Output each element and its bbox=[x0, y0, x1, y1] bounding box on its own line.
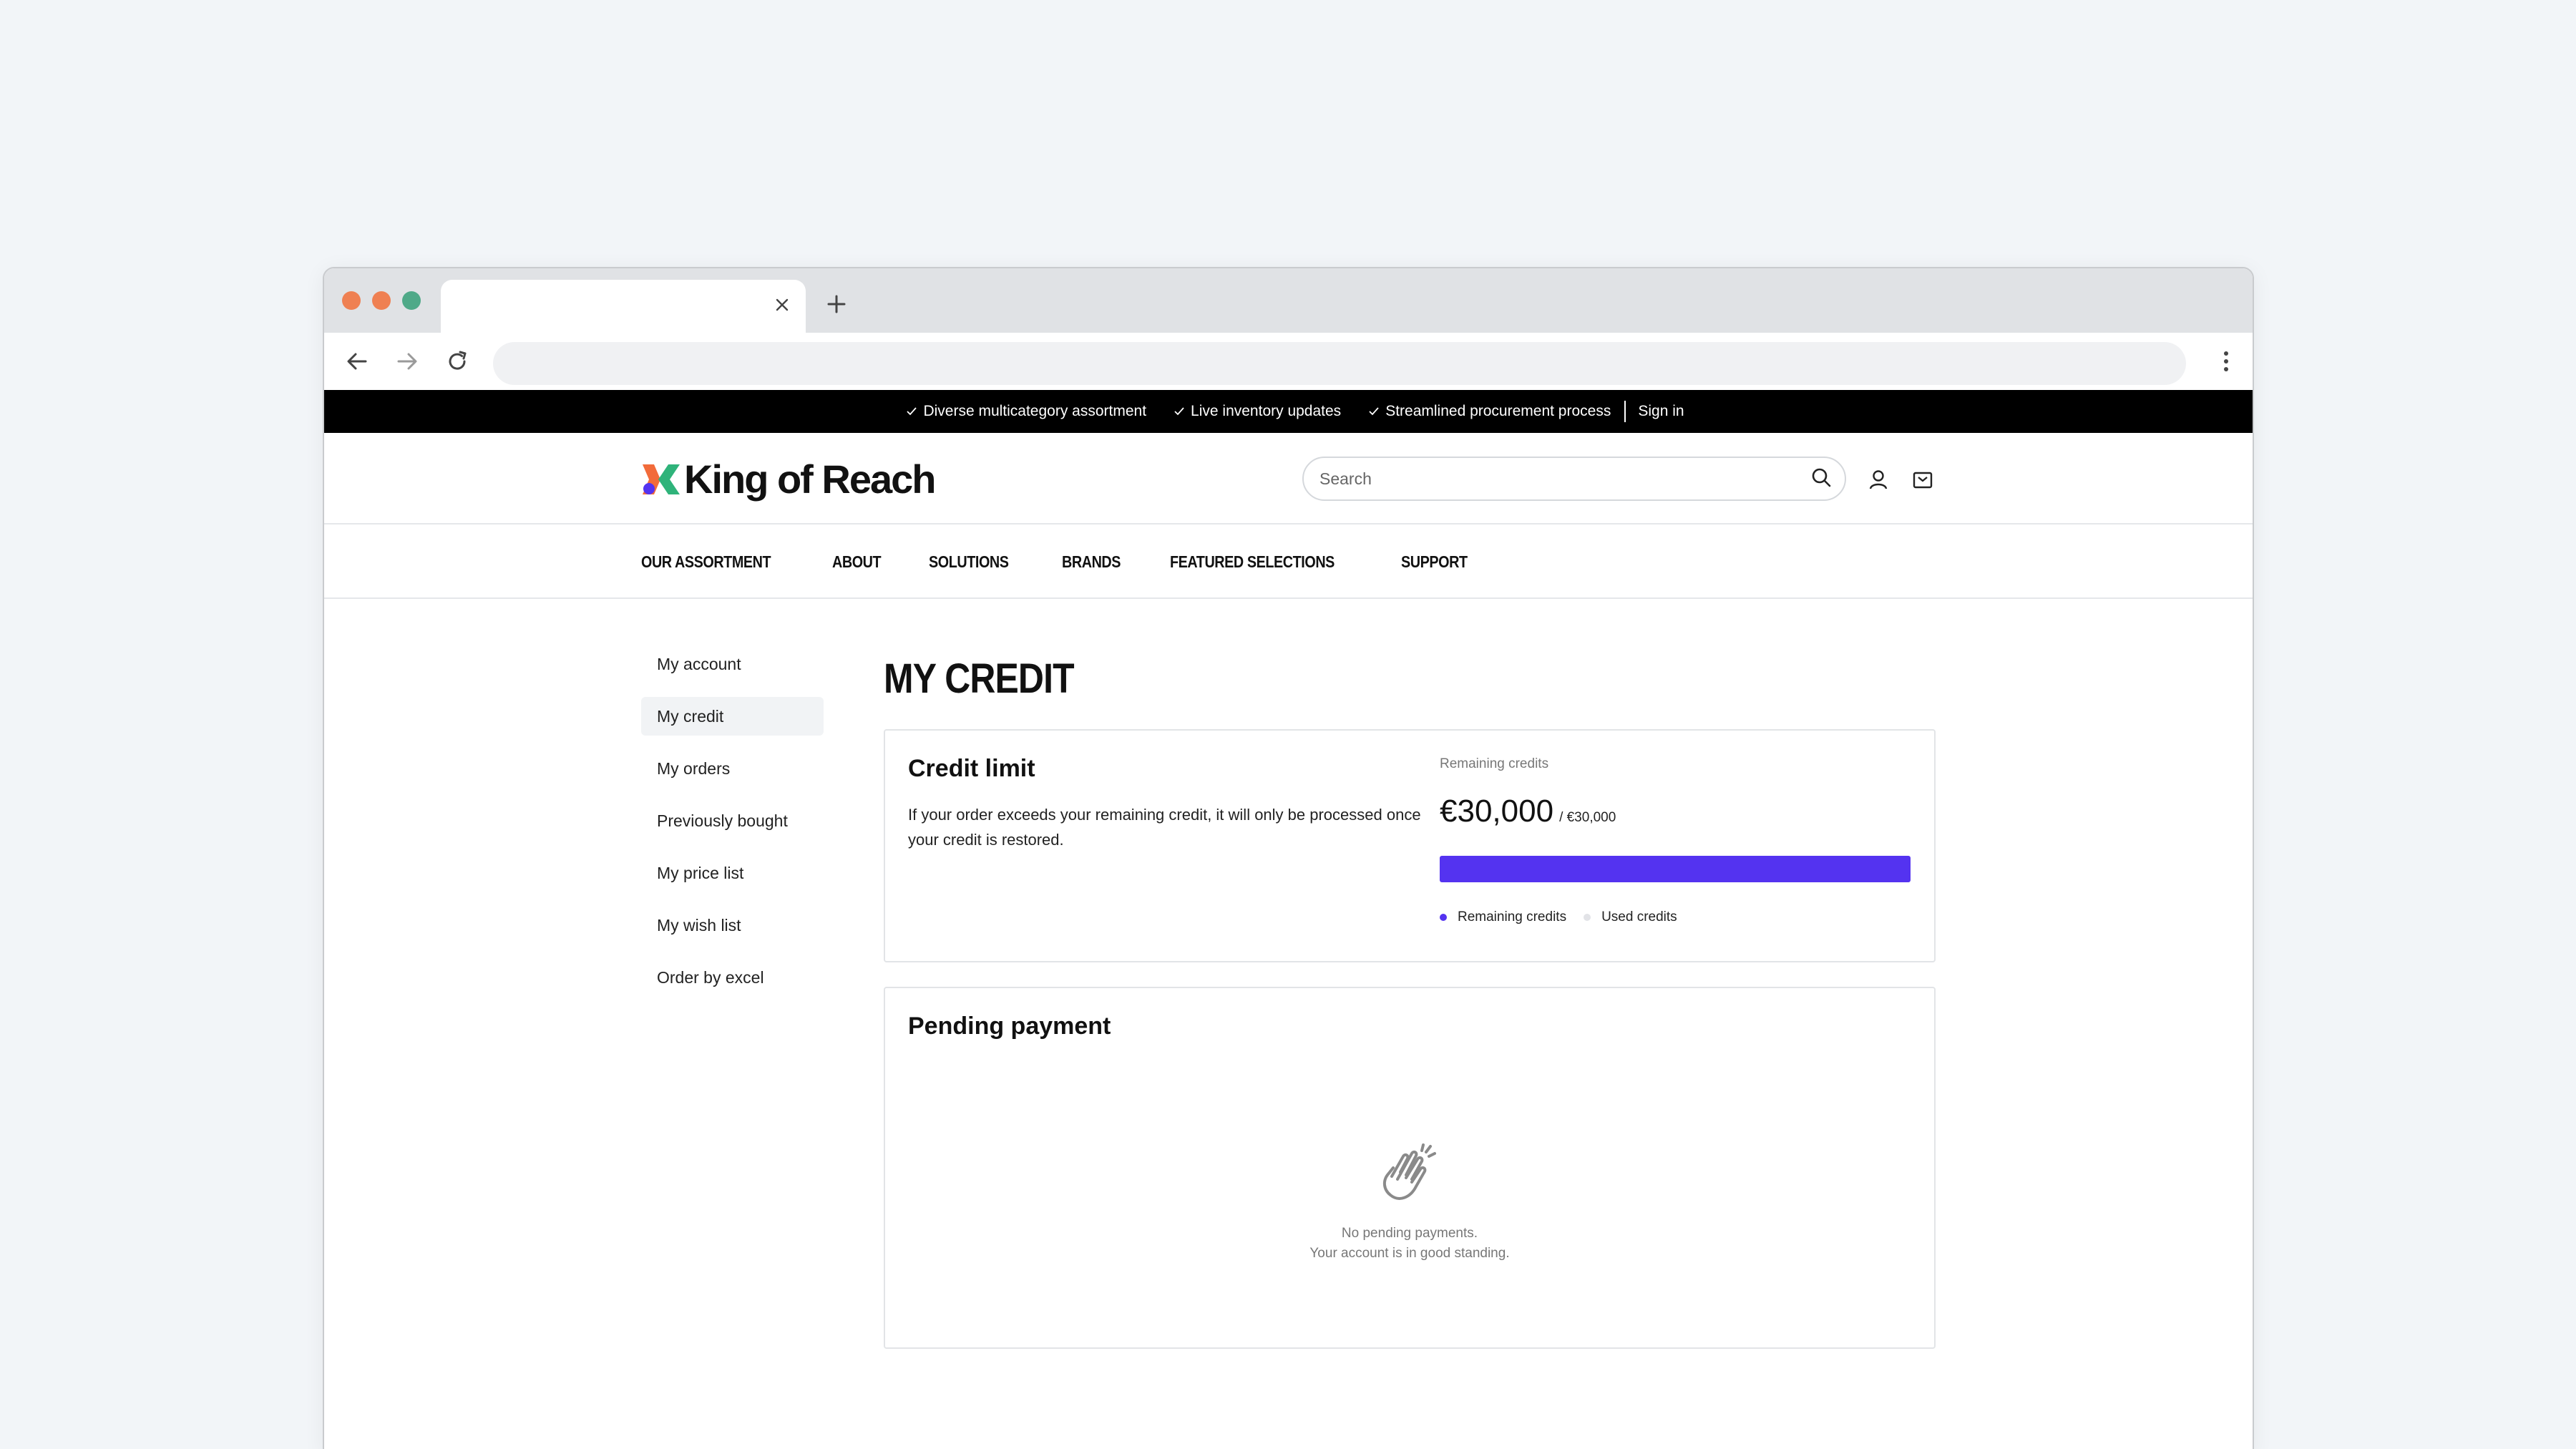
sidebar-item-my-price-list[interactable]: My price list bbox=[641, 854, 824, 892]
browser-toolbar bbox=[324, 333, 2253, 390]
nav-item-about[interactable]: ABOUT bbox=[832, 552, 882, 572]
promo-bar: Diverse multicategory assortment Live in… bbox=[324, 390, 2253, 433]
check-icon bbox=[1174, 407, 1184, 416]
browser-titlebar bbox=[324, 268, 2253, 333]
page-title: MY CREDIT bbox=[884, 655, 1075, 702]
check-icon bbox=[1369, 407, 1379, 416]
back-arrow-icon[interactable] bbox=[343, 347, 371, 376]
close-window-button[interactable] bbox=[342, 291, 361, 310]
legend-used-label: Used credits bbox=[1601, 909, 1677, 924]
user-icon[interactable] bbox=[1866, 467, 1890, 492]
credit-limit-description: If your order exceeds your remaining cre… bbox=[908, 806, 1421, 849]
maximize-window-button[interactable] bbox=[402, 291, 421, 310]
brand-name: King of Reach bbox=[684, 457, 936, 502]
search-input[interactable] bbox=[1319, 469, 1810, 489]
reload-icon[interactable] bbox=[443, 347, 472, 376]
browser-tab[interactable] bbox=[441, 280, 806, 333]
nav-item-featured-selections[interactable]: FEATURED SELECTIONS bbox=[1170, 552, 1335, 572]
address-bar[interactable] bbox=[493, 342, 2186, 385]
search-box[interactable] bbox=[1302, 457, 1846, 501]
close-tab-icon[interactable] bbox=[770, 293, 794, 317]
sidebar-item-my-credit[interactable]: My credit bbox=[641, 697, 824, 736]
promo-item: Live inventory updates bbox=[1174, 403, 1341, 420]
site-header: King of Reach bbox=[324, 433, 2253, 525]
nav-item-brands[interactable]: BRANDS bbox=[1062, 552, 1121, 572]
brand-mark-icon bbox=[643, 464, 680, 494]
used-dot-icon bbox=[1584, 914, 1591, 921]
nav-item-support[interactable]: SUPPORT bbox=[1401, 552, 1468, 572]
nav-item-our-assortment[interactable]: OUR ASSORTMENT bbox=[641, 552, 771, 572]
empty-state-text: No pending payments. Your account is in … bbox=[1309, 1224, 1509, 1264]
empty-line-2: Your account is in good standing. bbox=[1309, 1246, 1510, 1261]
credit-legend: Remaining credits Used credits bbox=[1440, 909, 1694, 925]
remaining-amount: €30,000 bbox=[1440, 794, 1554, 829]
promo-divider bbox=[1624, 401, 1626, 422]
nav-item-solutions[interactable]: SOLUTIONS bbox=[929, 552, 1009, 572]
promo-item: Diverse multicategory assortment bbox=[906, 403, 1146, 420]
promo-text: Diverse multicategory assortment bbox=[923, 403, 1147, 419]
brand-logo[interactable]: King of Reach bbox=[641, 456, 936, 502]
remaining-credits-label: Remaining credits bbox=[1440, 756, 1549, 771]
credit-limit-card: Credit limit If your order exceeds your … bbox=[884, 729, 1936, 962]
legend-remaining: Remaining credits bbox=[1440, 909, 1566, 925]
promo-text: Live inventory updates bbox=[1191, 403, 1342, 419]
legend-remaining-label: Remaining credits bbox=[1458, 909, 1567, 924]
remaining-credits-amount: €30,000 / €30,000 bbox=[1440, 794, 1616, 829]
clapping-hands-icon bbox=[1382, 1143, 1436, 1200]
promo-item: Streamlined procurement process bbox=[1368, 403, 1611, 420]
remaining-dot-icon bbox=[1440, 914, 1447, 921]
sign-in-link[interactable]: Sign in bbox=[1638, 403, 1684, 420]
empty-state: No pending payments. Your account is in … bbox=[885, 1135, 1934, 1264]
sidebar-item-order-by-excel[interactable]: Order by excel bbox=[641, 958, 824, 997]
sidebar-item-my-wish-list[interactable]: My wish list bbox=[641, 906, 824, 945]
browser-menu-icon[interactable] bbox=[2215, 347, 2237, 376]
main-navigation: OUR ASSORTMENT ABOUT SOLUTIONS BRANDS FE… bbox=[324, 526, 2253, 599]
forward-arrow-icon[interactable] bbox=[393, 347, 421, 376]
sidebar-item-previously-bought[interactable]: Previously bought bbox=[641, 801, 824, 840]
credit-progress-fill bbox=[1440, 856, 1911, 882]
new-tab-icon[interactable] bbox=[822, 290, 851, 318]
legend-used: Used credits bbox=[1584, 909, 1677, 925]
credit-limit-title: Credit limit bbox=[908, 755, 1035, 782]
cart-icon[interactable] bbox=[1911, 467, 1935, 492]
pending-payment-title: Pending payment bbox=[908, 1013, 1111, 1040]
check-icon bbox=[907, 407, 917, 416]
minimize-window-button[interactable] bbox=[372, 291, 391, 310]
empty-line-1: No pending payments. bbox=[1341, 1226, 1478, 1241]
credit-progress-bar bbox=[1440, 856, 1911, 882]
account-sidebar: My account My credit My orders Previousl… bbox=[641, 645, 824, 1010]
sidebar-item-my-account[interactable]: My account bbox=[641, 645, 824, 683]
search-icon[interactable] bbox=[1810, 467, 1832, 492]
credit-limit-amount: / €30,000 bbox=[1559, 810, 1616, 825]
sidebar-item-my-orders[interactable]: My orders bbox=[641, 749, 824, 788]
promo-text: Streamlined procurement process bbox=[1385, 403, 1611, 419]
browser-window: Diverse multicategory assortment Live in… bbox=[323, 267, 2254, 1449]
pending-payment-card: Pending payment No pending payments. You… bbox=[884, 987, 1936, 1349]
